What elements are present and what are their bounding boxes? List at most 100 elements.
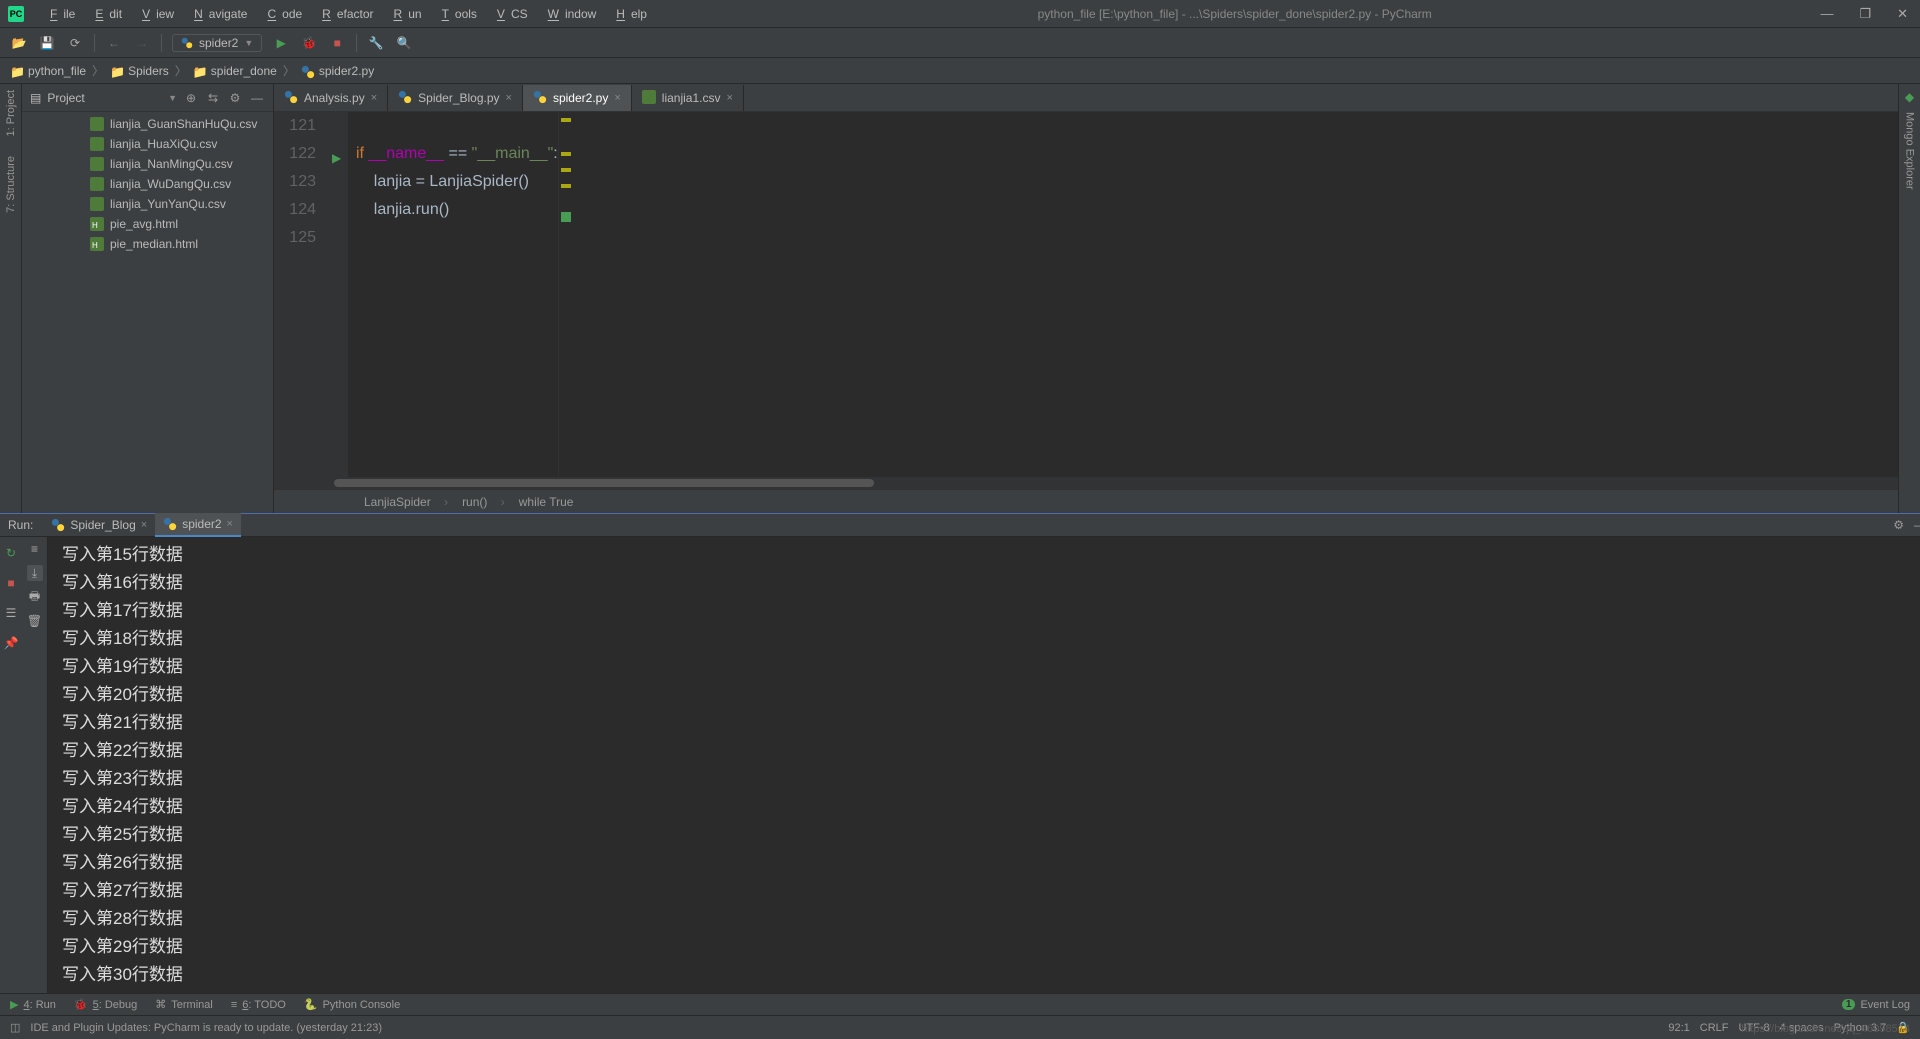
bottom-tool-terminal[interactable]: ⌘Terminal <box>155 998 213 1011</box>
bottom-tool-todo[interactable]: ≡6: TODO <box>231 998 286 1011</box>
breadcrumb-item[interactable]: spider2.py <box>301 64 374 78</box>
menu-refactor[interactable]: Refactor <box>310 5 379 23</box>
project-file[interactable]: lianjia_WuDangQu.csv <box>22 174 273 194</box>
sync-icon[interactable]: ⟳ <box>66 34 84 52</box>
menu-code[interactable]: Code <box>255 5 308 23</box>
breadcrumb-item[interactable]: 📁python_file <box>10 64 86 78</box>
event-log-button[interactable]: 1 Event Log <box>1842 999 1910 1011</box>
maximize-button[interactable]: ❐ <box>1855 6 1875 22</box>
menu-navigate[interactable]: Navigate <box>182 5 253 23</box>
print-icon[interactable]: 🖶 <box>27 589 43 605</box>
pin-icon[interactable]: 📌 <box>3 635 19 651</box>
code-crumb[interactable]: while True <box>519 495 584 509</box>
bottom-tool-python[interactable]: 🐍Python Console <box>304 998 400 1011</box>
interpreter[interactable]: Python 3.7 <box>1834 1022 1887 1034</box>
event-log-badge: 1 <box>1842 999 1856 1010</box>
run-tab[interactable]: spider2× <box>155 513 241 537</box>
hide-icon[interactable]: — <box>249 91 265 105</box>
run-tab[interactable]: Spider_Blog× <box>43 513 155 537</box>
tool-structure-tab[interactable]: 7: Structure <box>5 156 17 213</box>
run-gear-icon[interactable]: ⚙ <box>1893 518 1904 532</box>
code-breadcrumbs: LanjiaSpider run() while True <box>274 489 1898 513</box>
scrollbar-minimap[interactable] <box>558 112 572 477</box>
rerun-icon[interactable]: ↻ <box>3 545 19 561</box>
run-hide-icon[interactable]: — <box>1914 518 1920 532</box>
editor-horizontal-scrollbar[interactable] <box>274 477 1898 489</box>
editor-tab[interactable]: spider2.py× <box>523 85 632 111</box>
console-line: 写入第30行数据 <box>62 961 1920 989</box>
close-tab-icon[interactable]: × <box>506 92 512 104</box>
caret-position[interactable]: 92:1 <box>1668 1022 1689 1034</box>
trash-icon[interactable]: 🗑 <box>27 613 43 629</box>
main-toolbar: 📂 💾 ⟳ ← → spider2 ▼ ▶ 🐞 ■ 🔧 🔍 <box>0 28 1920 58</box>
wrench-icon[interactable]: 🔧 <box>367 34 385 52</box>
open-icon[interactable]: 📂 <box>10 34 28 52</box>
code-crumb[interactable]: LanjiaSpider <box>364 495 448 509</box>
menu-run[interactable]: Run <box>382 5 428 23</box>
close-tab-icon[interactable]: × <box>371 92 377 104</box>
search-icon[interactable]: 🔍 <box>395 34 413 52</box>
editor-tab[interactable]: Spider_Blog.py× <box>388 85 523 111</box>
stop-process-icon[interactable]: ■ <box>3 575 19 591</box>
todo-icon: ≡ <box>231 999 237 1011</box>
line-separator[interactable]: CRLF <box>1700 1022 1729 1034</box>
project-file[interactable]: lianjia_NanMingQu.csv <box>22 154 273 174</box>
menu-view[interactable]: View <box>130 5 180 23</box>
collapse-icon[interactable]: ⇆ <box>205 91 221 105</box>
code-crumb[interactable]: run() <box>462 495 505 509</box>
up-icon[interactable]: ≡ <box>27 541 43 557</box>
lock-icon[interactable]: 🔒 <box>1896 1021 1910 1034</box>
tool-project-tab[interactable]: 1: Project <box>5 90 17 136</box>
csv-file-icon <box>90 157 104 171</box>
gear-icon[interactable]: ⚙ <box>227 91 243 105</box>
menu-tools[interactable]: Tools <box>430 5 483 23</box>
nav-back-icon[interactable]: ← <box>105 34 123 52</box>
console-line: 写入第17行数据 <box>62 597 1920 625</box>
toggle-tools-icon[interactable]: ◫ <box>10 1021 20 1034</box>
scroll-icon[interactable]: ⤓ <box>27 565 43 581</box>
console-line: 写入第25行数据 <box>62 821 1920 849</box>
project-file[interactable]: Hpie_avg.html <box>22 214 273 234</box>
editor-tab[interactable]: lianjia1.csv× <box>632 85 744 111</box>
project-file[interactable]: lianjia_HuaXiQu.csv <box>22 134 273 154</box>
close-tab-icon[interactable]: × <box>614 92 620 104</box>
menu-vcs[interactable]: VCS <box>485 5 534 23</box>
save-icon[interactable]: 💾 <box>38 34 56 52</box>
tool-mongo-tab[interactable]: Mongo Explorer <box>1904 112 1916 190</box>
debug-icon[interactable]: 🐞 <box>300 34 318 52</box>
console-line: 写入第28行数据 <box>62 905 1920 933</box>
python-file-icon <box>284 90 298 107</box>
project-panel-title[interactable]: Project <box>47 91 162 105</box>
locate-icon[interactable]: ⊕ <box>183 91 199 105</box>
menu-file[interactable]: File <box>38 5 81 23</box>
folder-icon: 📁 <box>10 65 24 77</box>
menu-edit[interactable]: Edit <box>83 5 128 23</box>
html-file-icon: H <box>90 237 104 251</box>
close-tab-icon[interactable]: × <box>726 92 732 104</box>
run-icon[interactable]: ▶ <box>272 34 290 52</box>
encoding[interactable]: UTF-8 <box>1739 1022 1770 1034</box>
editor-tab[interactable]: Analysis.py× <box>274 85 388 111</box>
run-line-marker-icon[interactable]: ▶ <box>332 144 341 172</box>
run-configuration-selector[interactable]: spider2 ▼ <box>172 34 262 52</box>
console-line: 写入第21行数据 <box>62 709 1920 737</box>
menu-help[interactable]: Help <box>604 5 653 23</box>
breadcrumb-item[interactable]: 📁spider_done <box>193 64 277 78</box>
minimize-button[interactable]: — <box>1816 6 1837 22</box>
bottom-tool-debug[interactable]: 🐞5: Debug <box>74 998 137 1011</box>
close-button[interactable]: ✕ <box>1893 6 1912 22</box>
layout-icon[interactable]: ☰ <box>3 605 19 621</box>
menu-window[interactable]: Window <box>536 5 603 23</box>
chevron-down-icon[interactable]: ▼ <box>168 93 177 103</box>
project-file[interactable]: Hpie_median.html <box>22 234 273 254</box>
indent[interactable]: 4 spaces <box>1780 1022 1824 1034</box>
breadcrumb-item[interactable]: 📁Spiders <box>110 64 169 78</box>
nav-forward-icon[interactable]: → <box>133 34 151 52</box>
project-file[interactable]: lianjia_GuanShanHuQu.csv <box>22 114 273 134</box>
run-console[interactable]: 写入第15行数据写入第16行数据写入第17行数据写入第18行数据写入第19行数据… <box>48 537 1920 993</box>
project-file[interactable]: lianjia_YunYanQu.csv <box>22 194 273 214</box>
console-line: 写入第18行数据 <box>62 625 1920 653</box>
code-editor[interactable]: if __name__ == "__main__": lanjia = Lanj… <box>348 112 558 477</box>
bottom-tool-run[interactable]: ▶4: Run <box>10 998 56 1011</box>
stop-icon[interactable]: ■ <box>328 34 346 52</box>
